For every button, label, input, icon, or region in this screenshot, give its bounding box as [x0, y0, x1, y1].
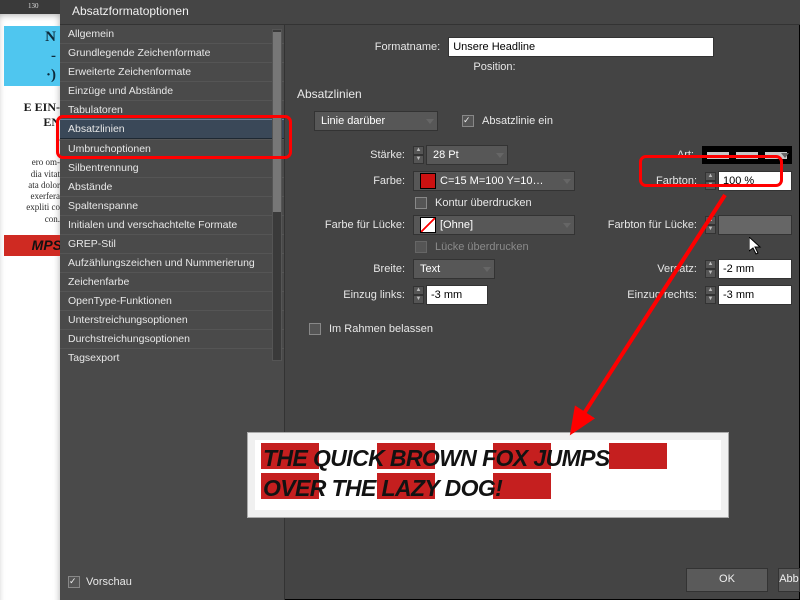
overprint-gap-checkbox	[415, 241, 427, 253]
doc-subhead: E EIN- EN .	[4, 100, 60, 145]
sidebar-item-unterstreichungsoptionen[interactable]: Unterstreichungsoptionen	[60, 310, 284, 329]
gap-color-dropdown[interactable]: [Ohne]	[413, 215, 575, 235]
preview-text: THE QUICK BROWN FOX JUMPS OVER THE LAZY …	[263, 443, 720, 503]
sidebar-item-abst-nde[interactable]: Abstände	[60, 177, 284, 196]
sidebar-item-initialen-und-verschachtelte-formate[interactable]: Initialen und verschachtelte Formate	[60, 215, 284, 234]
width-label: Breite:	[297, 263, 405, 275]
document-background: 130 N - ·) E EIN- EN . ero om- dia vitat…	[0, 0, 60, 600]
keep-in-frame-checkbox[interactable]	[309, 323, 321, 335]
formatname-label: Formatname:	[375, 41, 440, 53]
sidebar-item-umbruchoptionen[interactable]: Umbruchoptionen	[60, 139, 284, 158]
strength-input[interactable]: ▲▼ 28 Pt	[413, 145, 508, 165]
section-title: Absatzlinien	[297, 87, 792, 101]
sidebar-item-durchstreichungsoptionen[interactable]: Durchstreichungsoptionen	[60, 329, 284, 348]
indent-left-input[interactable]: ▲▼	[413, 285, 488, 305]
style-preview: THE QUICK BROWN FOX JUMPS OVER THE LAZY …	[247, 432, 729, 518]
stroke-type-dropdown[interactable]	[702, 146, 792, 164]
sidebar-item-spaltenspanne[interactable]: Spaltenspanne	[60, 196, 284, 215]
color-label: Farbe:	[297, 175, 405, 187]
cancel-button[interactable]: Abb	[778, 568, 800, 592]
sidebar-item-grundlegende-zeichenformate[interactable]: Grundlegende Zeichenformate	[60, 43, 284, 62]
sidebar-item-tagsexport[interactable]: Tagsexport	[60, 348, 284, 367]
overprint-stroke-checkbox[interactable]	[415, 197, 427, 209]
tint-label: Farbton:	[656, 175, 697, 187]
sidebar-item-tabulatoren[interactable]: Tabulatoren	[60, 100, 284, 119]
horizontal-ruler: 130	[0, 0, 60, 15]
keep-in-frame-label: Im Rahmen belassen	[329, 323, 433, 335]
sidebar-item-silbentrennung[interactable]: Silbentrennung	[60, 158, 284, 177]
document-frame: N - ·) E EIN- EN . ero om- dia vitat ata…	[0, 14, 60, 600]
tint-input[interactable]: ▲▼	[705, 171, 792, 191]
position-label: Position:	[473, 61, 515, 73]
gap-color-label: Farbe für Lücke:	[297, 219, 405, 231]
indent-left-label: Einzug links:	[297, 289, 405, 301]
cmyk-swatch-icon	[420, 173, 436, 189]
offset-label: Versatz:	[657, 263, 697, 275]
strength-label: Stärke:	[297, 149, 405, 161]
sidebar-item-opentype-funktionen[interactable]: OpenType-Funktionen	[60, 291, 284, 310]
doc-highlight: MPS	[4, 235, 60, 257]
sidebar-item-erweiterte-zeichenformate[interactable]: Erweiterte Zeichenformate	[60, 62, 284, 81]
line-on-label: Absatzlinie ein	[482, 115, 553, 127]
overprint-gap-label: Lücke überdrucken	[435, 241, 529, 253]
formatname-input[interactable]	[448, 37, 714, 57]
width-dropdown[interactable]: Text	[413, 259, 495, 279]
sidebar-item-absatzlinien[interactable]: Absatzlinien	[60, 119, 284, 139]
line-on-checkbox[interactable]	[462, 115, 474, 127]
dialog-title: Absatzformatoptionen	[60, 0, 800, 25]
gap-tint-label: Farbton für Lücke:	[608, 219, 697, 231]
dash-icon	[702, 146, 792, 164]
preview-checkbox[interactable]	[68, 576, 80, 588]
sidebar-item-einz-ge-und-abst-nde[interactable]: Einzüge und Abstände	[60, 81, 284, 100]
indent-right-label: Einzug rechts:	[627, 289, 697, 301]
offset-input[interactable]: ▲▼	[705, 259, 792, 279]
preview-label: Vorschau	[86, 576, 132, 588]
sidebar-item-aufz-hlungszeichen-und-nummerierung[interactable]: Aufzählungszeichen und Nummerierung	[60, 253, 284, 272]
art-label: Art:	[677, 149, 694, 161]
sidebar-item-grep-stil[interactable]: GREP-Stil	[60, 234, 284, 253]
sidebar-item-allgemein[interactable]: Allgemein	[60, 25, 284, 43]
doc-headline: N - ·)	[4, 26, 60, 86]
gap-tint-input[interactable]: ▲▼	[705, 215, 792, 235]
line-position-dropdown[interactable]: Linie darüber	[314, 111, 438, 131]
sidebar-item-zeichenfarbe[interactable]: Zeichenfarbe	[60, 272, 284, 291]
none-swatch-icon	[420, 217, 436, 233]
indent-right-input[interactable]: ▲▼	[705, 285, 792, 305]
category-scrollbar[interactable]	[272, 29, 282, 361]
color-dropdown[interactable]: C=15 M=100 Y=10…	[413, 171, 575, 191]
ok-button[interactable]: OK	[686, 568, 768, 592]
doc-body-text: ero om- dia vitat ata dolor exerfera exp…	[4, 157, 60, 225]
overprint-stroke-label: Kontur überdrucken	[435, 197, 532, 209]
